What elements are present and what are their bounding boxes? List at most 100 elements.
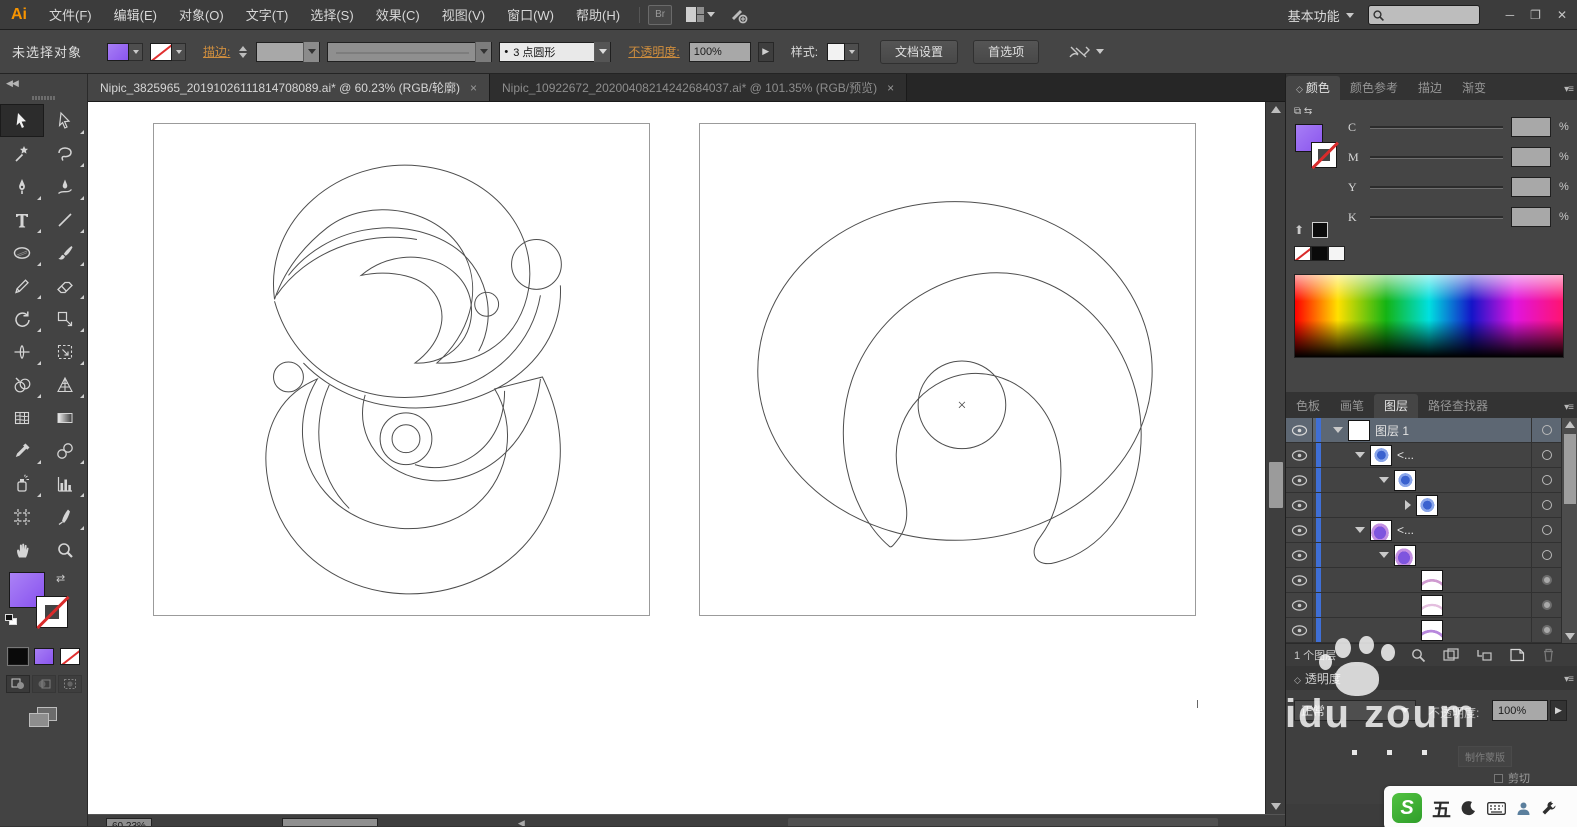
fill-color-swatch[interactable] — [107, 43, 129, 61]
layer-thumbnail[interactable] — [1421, 570, 1443, 591]
clip-checkbox[interactable]: 剪切 — [1494, 770, 1530, 786]
search-box[interactable] — [1368, 5, 1480, 25]
clipping-mask-icon[interactable] — [1443, 648, 1459, 662]
tool-hand[interactable] — [0, 533, 44, 566]
style-control[interactable] — [827, 43, 859, 61]
tool-lasso[interactable] — [44, 137, 88, 170]
tab-pathfinder[interactable]: 路径查找器 — [1418, 394, 1498, 418]
stroke-weight-stepper[interactable] — [239, 46, 247, 58]
layer-row[interactable] — [1286, 593, 1577, 618]
layer-thumbnail[interactable] — [1370, 520, 1392, 541]
layer-thumbnail[interactable] — [1394, 470, 1416, 491]
close-tab-icon[interactable]: × — [470, 81, 477, 95]
menu-window[interactable]: 窗口(W) — [496, 5, 565, 24]
yellow-slider[interactable] — [1370, 186, 1503, 189]
tab-brushes[interactable]: 画笔 — [1330, 394, 1374, 418]
tab-color-guide[interactable]: 颜色参考 — [1340, 76, 1408, 100]
expand-icon[interactable] — [1355, 527, 1365, 533]
menu-effect[interactable]: 效果(C) — [365, 5, 431, 24]
opacity-dropdown-button[interactable]: ▶ — [758, 42, 774, 62]
tool-slice[interactable] — [44, 500, 88, 533]
expand-icon[interactable] — [1379, 552, 1389, 558]
tool-direct-selection[interactable] — [44, 104, 88, 137]
fill-color-control[interactable] — [107, 43, 143, 61]
draw-normal-button[interactable] — [6, 675, 30, 693]
tool-free-transform[interactable] — [44, 335, 88, 368]
canvas[interactable] — [88, 102, 1285, 814]
color-spectrum[interactable] — [1294, 274, 1564, 358]
opacity-panel-link[interactable]: 不透明度: — [628, 43, 679, 60]
selection-column[interactable] — [1313, 518, 1325, 542]
menu-edit[interactable]: 编辑(E) — [103, 5, 168, 24]
layer-row[interactable] — [1286, 568, 1577, 593]
expand-icon[interactable] — [1355, 452, 1365, 458]
layer-thumbnail[interactable] — [1370, 445, 1392, 466]
tab-gradient[interactable]: 渐变 — [1452, 76, 1496, 100]
panel-grip[interactable] — [0, 92, 87, 104]
selection-column[interactable] — [1313, 593, 1325, 617]
zoom-level-select[interactable]: 60.23% — [106, 818, 152, 826]
menu-file[interactable]: 文件(F) — [38, 5, 103, 24]
tool-pen[interactable] — [0, 170, 44, 203]
target-circle[interactable] — [1531, 618, 1561, 642]
layer-name[interactable]: <... — [1397, 523, 1414, 537]
tab-stroke[interactable]: 描边 — [1408, 76, 1452, 100]
tool-curvature[interactable] — [44, 170, 88, 203]
ime-account-button[interactable] — [1516, 801, 1531, 816]
default-fill-stroke-icon[interactable] — [5, 614, 19, 626]
status-tool-select[interactable] — [282, 818, 378, 826]
tool-artboard[interactable] — [0, 500, 44, 533]
target-circle[interactable] — [1531, 418, 1561, 442]
opacity-dropdown-button[interactable]: ▶ — [1550, 700, 1567, 721]
scroll-up-icon[interactable] — [1271, 106, 1281, 113]
swap-fill-stroke-icon[interactable]: ⧉ ⇆ — [1294, 106, 1312, 117]
none-swatch[interactable] — [1294, 246, 1311, 261]
draw-behind-button[interactable] — [32, 675, 56, 693]
target-circle[interactable] — [1531, 593, 1561, 617]
close-tab-icon[interactable]: × — [887, 81, 894, 95]
layer-thumbnail[interactable] — [1348, 420, 1370, 441]
locate-object-icon[interactable] — [1411, 648, 1426, 663]
scroll-thumb[interactable] — [1269, 462, 1283, 508]
tool-eyedropper[interactable] — [0, 434, 44, 467]
tool-ellipse[interactable] — [0, 236, 44, 269]
document-setup-button[interactable]: 文档设置 — [880, 40, 958, 64]
selection-column[interactable] — [1313, 493, 1325, 517]
opacity-input[interactable]: 100% — [689, 42, 751, 62]
selection-column[interactable] — [1313, 418, 1325, 442]
expand-icon[interactable] — [1333, 427, 1343, 433]
close-button[interactable]: ✕ — [1557, 8, 1567, 22]
new-layer-icon[interactable] — [1509, 648, 1525, 662]
panel-menu-icon[interactable]: ▾≡ — [1564, 674, 1573, 685]
bridge-button[interactable]: Br — [648, 5, 672, 25]
scroll-thumb[interactable] — [1564, 434, 1576, 504]
layer-row[interactable]: <... — [1286, 443, 1577, 468]
panel-menu-icon[interactable]: ▾≡ — [1564, 84, 1573, 95]
tab-color[interactable]: ◇颜色 — [1286, 76, 1340, 100]
step-up-icon[interactable] — [239, 46, 247, 51]
select-similar-options[interactable] — [1068, 44, 1104, 60]
visibility-toggle[interactable] — [1286, 593, 1313, 617]
tool-line-segment[interactable] — [44, 203, 88, 236]
tab-swatches[interactable]: 色板 — [1286, 394, 1330, 418]
fill-dropdown-button[interactable] — [129, 43, 143, 61]
stroke-color-control[interactable] — [150, 43, 186, 61]
gradient-button[interactable] — [34, 648, 54, 665]
tool-pencil[interactable] — [0, 269, 44, 302]
visibility-toggle[interactable] — [1286, 468, 1313, 492]
tool-width[interactable] — [0, 335, 44, 368]
new-sublayer-icon[interactable] — [1476, 648, 1492, 662]
ime-settings-button[interactable] — [1541, 800, 1557, 816]
delete-layer-icon[interactable] — [1542, 648, 1555, 662]
black-swatch[interactable] — [1312, 222, 1328, 238]
stroke-swatch[interactable] — [36, 596, 68, 628]
ime-night-mode-button[interactable] — [1461, 800, 1477, 816]
width-profile-select[interactable] — [327, 42, 492, 62]
brush-definition-select[interactable]: • 3 点圆形 — [499, 42, 611, 62]
visibility-toggle[interactable] — [1286, 518, 1313, 542]
layer-row[interactable] — [1286, 493, 1577, 518]
layer-name[interactable]: 图层 1 — [1375, 422, 1409, 439]
black-value-input[interactable] — [1511, 207, 1551, 227]
tool-type[interactable] — [0, 203, 44, 236]
tool-eraser[interactable] — [44, 269, 88, 302]
